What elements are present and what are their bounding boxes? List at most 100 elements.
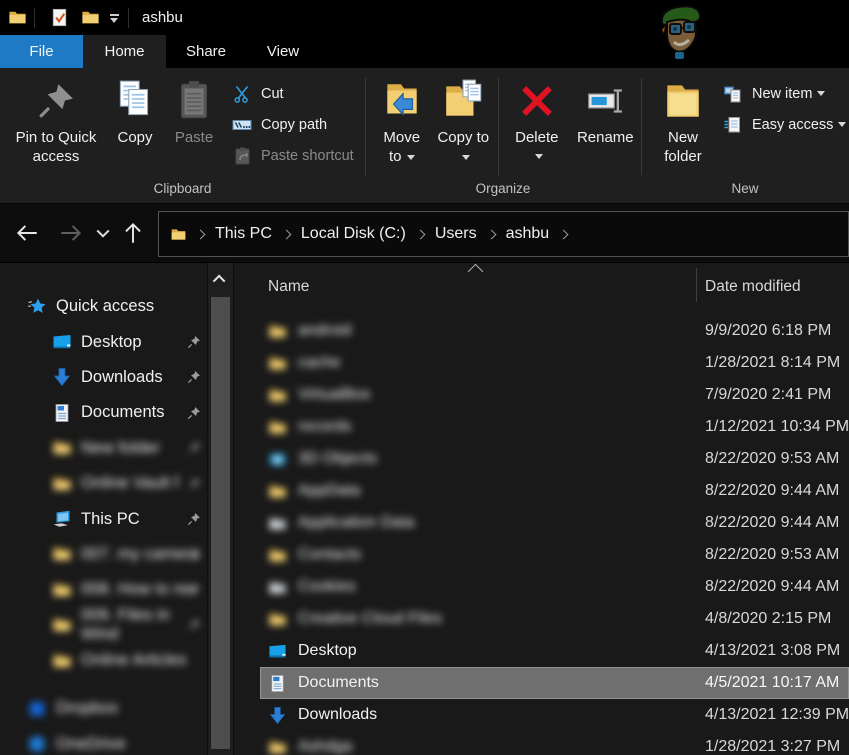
- tab-view[interactable]: View: [246, 35, 320, 68]
- sidebar-item-label: 008. How to rec: [81, 580, 197, 599]
- file-row-application-data[interactable]: Application Data8/22/2020 9:44 AM: [260, 507, 849, 539]
- new-item-button[interactable]: New item: [723, 78, 846, 109]
- folder-icon: [268, 354, 287, 373]
- sidebar-item-online-vault-f[interactable]: Online Vault f: [0, 466, 207, 501]
- sidebar-item-onedrive[interactable]: OneDrive: [0, 727, 207, 755]
- breadcrumb-chevron-icon[interactable]: [559, 229, 569, 239]
- pin-to-quick-access-button[interactable]: Pin to Quick access: [6, 68, 106, 166]
- pin-icon: [187, 547, 201, 561]
- copy-path-button[interactable]: Copy path: [232, 109, 354, 140]
- file-date-modified: 4/13/2021 3:08 PM: [705, 642, 840, 660]
- file-row-downloads[interactable]: Downloads4/13/2021 12:39 PM: [260, 699, 849, 731]
- cut-button[interactable]: Cut: [232, 78, 354, 109]
- breadcrumb-ashbu[interactable]: ashbu: [497, 225, 559, 243]
- scrollbar-thumb[interactable]: [211, 297, 230, 749]
- file-date-modified: 4/8/2020 2:15 PM: [705, 610, 831, 628]
- file-row-documents[interactable]: Documents4/5/2021 10:17 AM: [260, 667, 849, 699]
- file-row-records[interactable]: records1/12/2021 10:34 PM: [260, 411, 849, 443]
- forward-button[interactable]: [58, 220, 84, 246]
- file-row-ashdga[interactable]: Ashdga1/28/2021 3:27 PM: [260, 731, 849, 755]
- move-to-button[interactable]: Move to: [371, 68, 433, 166]
- breadcrumb-chevron-icon[interactable]: [415, 229, 425, 239]
- customize-toolbar-caret-icon[interactable]: [109, 12, 121, 24]
- file-row-main: Creative Cloud Files: [260, 610, 442, 629]
- folder-icon: [52, 615, 72, 635]
- new-group-label: New: [641, 181, 849, 203]
- file-row-creative-cloud-files[interactable]: Creative Cloud Files 4/8/2020 2:15 PM: [260, 603, 849, 635]
- this-pc-icon: [52, 509, 72, 529]
- file-name: Downloads: [298, 706, 377, 724]
- file-menu-button[interactable]: File: [0, 35, 83, 68]
- properties-check-icon[interactable]: [50, 8, 69, 27]
- new-item-icon: [723, 84, 743, 104]
- pin-icon: [187, 512, 201, 526]
- file-list: Name Date modified android9/9/2020 6:18 …: [234, 263, 849, 755]
- file-rows: android9/9/2020 6:18 PMcache1/28/2021 8:…: [234, 315, 849, 755]
- desktop-icon: [52, 332, 72, 352]
- pin-icon: [187, 583, 201, 597]
- sidebar-item-new-folder[interactable]: New folder: [0, 431, 207, 466]
- sidebar-item-label: Documents: [81, 403, 164, 422]
- sidebar-item-documents[interactable]: Documents: [0, 395, 207, 430]
- file-name: Ashdga: [298, 738, 352, 755]
- file-row-main: Downloads: [260, 706, 377, 725]
- file-row-appdata[interactable]: AppData8/22/2020 9:44 AM: [260, 475, 849, 507]
- file-row-3d-objects[interactable]: 3D Objects8/22/2020 9:53 AM: [260, 443, 849, 475]
- clipboard-group-label: Clipboard: [0, 181, 365, 203]
- breadcrumb-chevron-icon[interactable]: [281, 229, 291, 239]
- ribbon-group-clipboard: Pin to Quick access Copy: [0, 68, 365, 203]
- sidebar-item-this-pc[interactable]: This PC: [0, 501, 207, 536]
- cut-label: Cut: [261, 86, 284, 102]
- rename-button[interactable]: Rename: [570, 68, 641, 147]
- sidebar-item-quick-access[interactable]: Quick access: [0, 289, 207, 324]
- column-header-name[interactable]: Name: [268, 278, 309, 296]
- sidebar-item-dropbox[interactable]: Dropbox: [0, 691, 207, 726]
- file-row-main: Contacts: [260, 546, 361, 565]
- paste-button[interactable]: Paste: [164, 68, 224, 147]
- file-row-cache[interactable]: cache1/28/2021 8:14 PM: [260, 347, 849, 379]
- file-name: VirtualBox: [298, 386, 371, 404]
- new-folder-button[interactable]: New folder: [651, 68, 715, 166]
- titlebar-separator: [128, 8, 129, 28]
- copy-to-button[interactable]: Copy to: [433, 68, 495, 166]
- breadcrumb-chevron-icon[interactable]: [196, 229, 206, 239]
- column-divider[interactable]: [696, 268, 697, 302]
- scrollbar-up-button[interactable]: [208, 263, 233, 295]
- breadcrumb-users[interactable]: Users: [426, 225, 486, 243]
- breadcrumb-this-pc[interactable]: This PC: [206, 225, 281, 243]
- sidebar-item-desktop[interactable]: Desktop: [0, 324, 207, 359]
- delete-button[interactable]: Delete: [504, 68, 570, 166]
- easy-access-button[interactable]: Easy access: [723, 109, 846, 140]
- recent-locations-chevron-icon[interactable]: [94, 220, 112, 246]
- breadcrumb-chevron-icon[interactable]: [486, 229, 496, 239]
- back-button[interactable]: [14, 220, 40, 246]
- file-row-contacts[interactable]: Contacts8/22/2020 9:53 AM: [260, 539, 849, 571]
- file-row-desktop[interactable]: Desktop4/13/2021 3:08 PM: [260, 635, 849, 667]
- sidebar-item-009-files-in-wind[interactable]: 009. Files in Wind: [0, 608, 207, 643]
- folder-icon: [268, 738, 287, 755]
- pin-icon: [187, 477, 201, 491]
- title-bar: ashbu: [0, 0, 849, 35]
- up-button[interactable]: [120, 220, 146, 246]
- tab-share[interactable]: Share: [166, 35, 246, 68]
- sidebar-item-label: Dropbox: [56, 699, 118, 718]
- copy-path-label: Copy path: [261, 117, 327, 133]
- delete-icon: [516, 78, 558, 124]
- sidebar-item-007-my-camera[interactable]: 007. my camera: [0, 537, 207, 572]
- paste-shortcut-button[interactable]: Paste shortcut: [232, 140, 354, 171]
- pin-to-quick-access-label: Pin to Quick access: [6, 128, 106, 166]
- column-header-date-modified[interactable]: Date modified: [705, 278, 801, 296]
- breadcrumb-local-disk-c[interactable]: Local Disk (C:): [292, 225, 415, 243]
- folder-icon: [52, 580, 72, 600]
- file-row-cookies[interactable]: Cookies8/22/2020 9:44 AM: [260, 571, 849, 603]
- address-bar[interactable]: This PC Local Disk (C:) Users ashbu: [158, 211, 849, 257]
- new-folder-qat-icon[interactable]: [81, 8, 100, 27]
- file-row-virtualbox[interactable]: VirtualBox7/9/2020 2:41 PM: [260, 379, 849, 411]
- file-explorer-window: ashbu File Home Share View: [0, 0, 849, 755]
- sidebar-item-008-how-to-rec[interactable]: 008. How to rec: [0, 572, 207, 607]
- sidebar-item-online-articles[interactable]: Online Articles: [0, 643, 207, 678]
- file-row-android[interactable]: android9/9/2020 6:18 PM: [260, 315, 849, 347]
- sidebar-item-downloads[interactable]: Downloads: [0, 360, 207, 395]
- copy-button[interactable]: Copy: [106, 68, 164, 147]
- tab-home[interactable]: Home: [83, 35, 166, 68]
